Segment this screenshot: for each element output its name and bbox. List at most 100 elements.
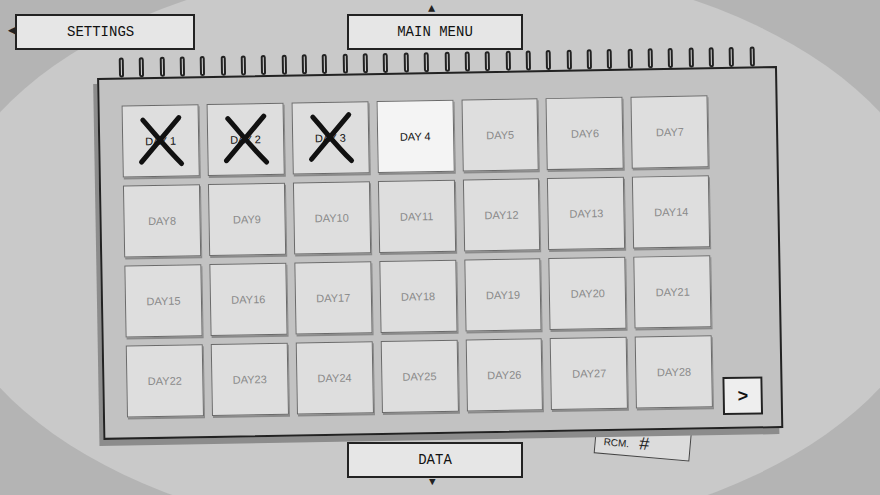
spiral-ring [587, 49, 592, 69]
calendar-panel: DAY 1DAY 2DAY 3 DAY 4 DAY5 DAY6 DAY7 DAY8 DAY9… [97, 66, 783, 440]
next-button[interactable]: > [723, 376, 763, 415]
spiral-ring [749, 46, 754, 66]
spiral-ring [261, 55, 266, 75]
day-grid: DAY 1DAY 2DAY 3 DAY 4 DAY5 DAY6 DAY7 DAY8 DAY9… [122, 95, 714, 417]
day-cell: DAY28 [635, 335, 713, 408]
day-cell: DAY7 [631, 95, 709, 168]
spiral-ring [342, 54, 347, 74]
spiral-ring [668, 48, 673, 68]
spiral-ring [709, 47, 714, 67]
spiral-ring [546, 50, 551, 70]
spiral-ring [119, 57, 124, 77]
settings-button[interactable]: ◀SETTINGS [15, 14, 195, 50]
spiral-ring [607, 49, 612, 69]
day-label: DAY8 [148, 215, 176, 226]
main-menu-button[interactable]: ▲MAIN MENU [347, 14, 523, 50]
day-cell[interactable]: DAY 4 [376, 100, 454, 173]
day-cell[interactable]: DAY 2 [206, 103, 284, 176]
day-cell: DAY22 [126, 344, 204, 417]
spiral-ring [566, 50, 571, 70]
cross-icon [222, 112, 271, 167]
day-cell: DAY21 [634, 255, 712, 328]
spiral-ring [444, 52, 449, 72]
day-label: DAY22 [148, 375, 182, 387]
day-label: DAY28 [657, 366, 691, 378]
day-label: DAY21 [656, 286, 690, 298]
day-label: DAY7 [656, 126, 684, 137]
day-cell: DAY18 [379, 260, 457, 333]
day-cell[interactable]: DAY 3 [291, 101, 369, 174]
day-label: DAY15 [146, 295, 180, 307]
day-cell: DAY11 [378, 180, 456, 253]
spiral-ring [688, 48, 693, 68]
day-label: DAY25 [402, 371, 436, 383]
spiral-ring [627, 49, 632, 69]
spiral-ring [424, 52, 429, 72]
day-cell: DAY24 [295, 341, 373, 414]
data-button[interactable]: DATA▼ [347, 442, 523, 478]
day-label: DAY18 [401, 291, 435, 303]
day-label: DAY19 [486, 289, 520, 301]
day-cell: DAY5 [461, 98, 539, 171]
spiral-ring [729, 47, 734, 67]
spiral-ring [139, 57, 144, 77]
day-label: DAY27 [572, 368, 606, 380]
spiral-ring [302, 54, 307, 74]
day-cell: DAY16 [209, 263, 287, 336]
day-label: DAY 4 [400, 131, 431, 143]
day-cell: DAY6 [546, 97, 624, 170]
day-cell: DAY23 [211, 343, 289, 416]
main-menu-arrow-icon: ▲ [428, 3, 435, 15]
spiral-ring [383, 53, 388, 73]
spiral-ring [322, 54, 327, 74]
day-cell: DAY10 [293, 181, 371, 254]
day-cell: DAY8 [123, 184, 201, 257]
spiral-ring [180, 56, 185, 76]
note-mark: # [638, 434, 650, 453]
day-cell: DAY9 [208, 183, 286, 256]
settings-label: SETTINGS [67, 22, 134, 43]
day-cell: DAY13 [547, 177, 625, 250]
cross-icon [137, 113, 186, 168]
calendar-screen: ◀SETTINGS▲MAIN MENURCM.#DAY 1DAY 2DAY 3D… [0, 0, 880, 495]
spiral-ring [220, 56, 225, 76]
cross-icon [306, 110, 355, 165]
data-label: DATA [418, 450, 452, 471]
day-cell[interactable]: DAY 1 [122, 104, 200, 177]
spiral-ring [505, 51, 510, 71]
spiral-ring [241, 55, 246, 75]
calendar: RCM.#DAY 1DAY 2DAY 3DAY 4DAY5DAY6DAY7DAY… [97, 46, 784, 440]
day-cell: DAY14 [632, 175, 710, 248]
note-text: RCM. [603, 434, 630, 451]
day-label: DAY24 [317, 372, 351, 384]
day-label: DAY6 [571, 128, 599, 139]
day-cell: DAY27 [550, 337, 628, 410]
day-label: DAY14 [654, 206, 688, 218]
day-label: DAY12 [484, 209, 518, 221]
day-label: DAY13 [569, 208, 603, 220]
spiral-ring [363, 53, 368, 73]
day-label: DAY10 [315, 212, 349, 224]
spiral-ring [526, 50, 531, 70]
spiral-ring [200, 56, 205, 76]
day-cell: DAY17 [294, 261, 372, 334]
bottom-bar: DATA▼ [0, 442, 880, 478]
day-label: DAY20 [571, 288, 605, 300]
day-cell: DAY20 [549, 257, 627, 330]
day-cell: DAY26 [465, 338, 543, 411]
day-cell: DAY19 [464, 258, 542, 331]
spiral-ring [485, 51, 490, 71]
day-label: DAY17 [316, 292, 350, 304]
spiral-ring [159, 57, 164, 77]
data-arrow-icon: ▼ [429, 477, 436, 488]
settings-arrow-icon: ◀ [8, 24, 16, 37]
spiral-ring [648, 48, 653, 68]
spiral-ring [281, 55, 286, 75]
spiral-ring [465, 51, 470, 71]
day-label: DAY16 [231, 294, 265, 306]
top-bar: ◀SETTINGS▲MAIN MENU [0, 0, 880, 50]
spiral-ring [403, 53, 408, 73]
main-menu-label: MAIN MENU [397, 22, 473, 43]
day-cell: DAY12 [462, 178, 540, 251]
day-cell: DAY25 [380, 340, 458, 413]
